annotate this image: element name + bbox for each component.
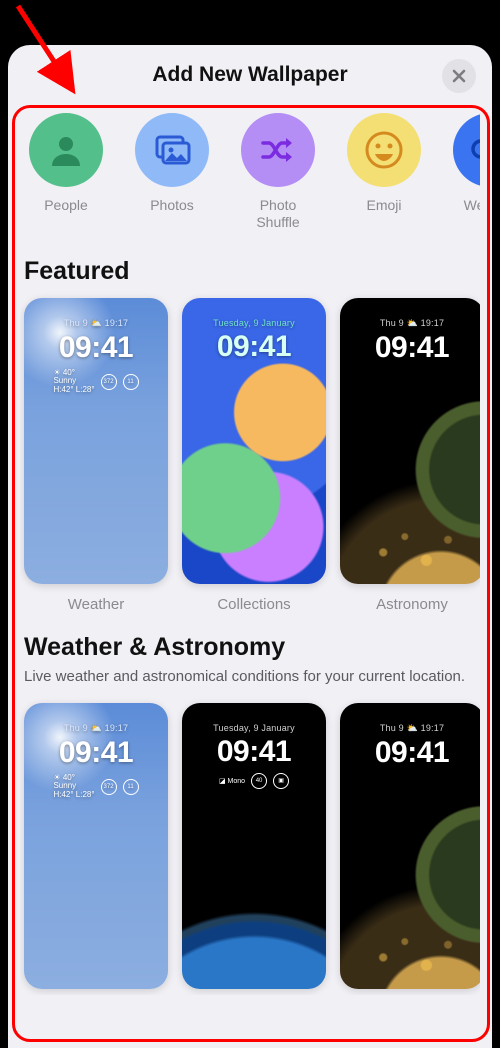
featured-card-weather[interactable]: Thu 9 ⛅ 19:17 09:41 ☀ 40°SunnyH:42° L:28… [24, 298, 168, 584]
ring-widget: 372 [101, 779, 117, 795]
wa-card-night-wrap: Thu 9 ⛅ 19:17 09:41 [340, 703, 480, 989]
lockscreen-date: Tuesday, 9 January [182, 318, 326, 328]
shuffle-icon [257, 129, 299, 171]
featured-card-weather-wrap: Thu 9 ⛅ 19:17 09:41 ☀ 40°SunnyH:42° L:28… [24, 298, 168, 613]
sheet-header: Add New Wallpaper [8, 45, 492, 105]
lockscreen-date: Thu 9 ⛅ 19:17 [24, 723, 168, 734]
category-photos[interactable]: Photos [130, 113, 214, 231]
small-widget-label: ◪ Mono [219, 777, 245, 785]
page-title: Add New Wallpaper [152, 63, 347, 87]
lockscreen-time: 09:41 [24, 331, 168, 365]
lockscreen-time: 09:41 [340, 331, 480, 365]
featured-row[interactable]: Thu 9 ⛅ 19:17 09:41 ☀ 40°SunnyH:42° L:28… [20, 290, 480, 619]
earth-lights-decor [340, 831, 480, 988]
earth-lights-decor [340, 426, 480, 583]
lockscreen-overlay: Tuesday, 9 January 09:41 ◪ Mono 40 ▣ [182, 723, 326, 789]
lockscreen-time: 09:41 [182, 735, 326, 769]
wallpaper-picker-sheet: Add New Wallpaper People Photos [8, 45, 492, 1048]
shuffle-icon-bubble [241, 113, 315, 187]
lockscreen-widgets: ◪ Mono 40 ▣ [182, 773, 326, 789]
category-label: Photos [150, 197, 194, 214]
lockscreen-date: Thu 9 ⛅ 19:17 [24, 318, 168, 329]
section-title-weather-astro: Weather & Astronomy [24, 633, 476, 662]
card-label: Collections [217, 596, 290, 613]
lockscreen-date: Thu 9 ⛅ 19:17 [340, 318, 480, 329]
lockscreen-overlay: Thu 9 ⛅ 19:17 09:41 [340, 723, 480, 770]
gallery-icon [151, 129, 193, 171]
lockscreen-overlay: Tuesday, 9 January 09:41 [182, 318, 326, 364]
category-row[interactable]: People Photos Photo Shuffle Emoji [20, 105, 480, 243]
category-label: Emoji [366, 197, 401, 214]
lockscreen-date: Thu 9 ⛅ 19:17 [340, 723, 480, 734]
wa-card-earth-wrap: Tuesday, 9 January 09:41 ◪ Mono 40 ▣ [182, 703, 326, 989]
lockscreen-time: 09:41 [340, 736, 480, 770]
category-label: Photo Shuffle [256, 197, 299, 231]
category-weather[interactable]: Weather [448, 113, 480, 231]
people-icon-bubble [29, 113, 103, 187]
category-people[interactable]: People [24, 113, 108, 231]
lockscreen-overlay: Thu 9 ⛅ 19:17 09:41 ☀ 40°SunnyH:42° L:28… [24, 318, 168, 395]
person-icon [46, 130, 86, 170]
sheet-content[interactable]: People Photos Photo Shuffle Emoji [8, 105, 492, 1048]
lockscreen-date: Tuesday, 9 January [182, 723, 326, 733]
weather-widget: ☀ 40°SunnyH:42° L:28° [53, 774, 94, 800]
wa-card-night[interactable]: Thu 9 ⛅ 19:17 09:41 [340, 703, 480, 989]
ring-widget: 372 [101, 374, 117, 390]
ring-widget: 40 [251, 773, 267, 789]
close-icon [451, 68, 467, 84]
ring-widget: 11 [123, 374, 139, 390]
card-label: Weather [68, 596, 124, 613]
category-emoji[interactable]: Emoji [342, 113, 426, 231]
section-subtitle-weather-astro: Live weather and astronomical conditions… [24, 666, 476, 687]
featured-card-astronomy-wrap: Thu 9 ⛅ 19:17 09:41 Astronomy [340, 298, 480, 613]
wa-card-earth[interactable]: Tuesday, 9 January 09:41 ◪ Mono 40 ▣ [182, 703, 326, 989]
category-label: Weather [464, 197, 480, 214]
weather-astro-row[interactable]: Thu 9 ⛅ 19:17 09:41 ☀ 40°SunnyH:42° L:28… [20, 695, 480, 995]
category-label: People [44, 197, 88, 214]
lockscreen-widgets: ☀ 40°SunnyH:42° L:28° 372 11 [24, 774, 168, 800]
lockscreen-time: 09:41 [24, 736, 168, 770]
smiley-icon [362, 128, 406, 172]
category-photo-shuffle[interactable]: Photo Shuffle [236, 113, 320, 231]
featured-card-astronomy[interactable]: Thu 9 ⛅ 19:17 09:41 [340, 298, 480, 584]
wa-card-weather[interactable]: Thu 9 ⛅ 19:17 09:41 ☀ 40°SunnyH:42° L:28… [24, 703, 168, 989]
emoji-icon-bubble [347, 113, 421, 187]
weather-icon-bubble [453, 113, 480, 187]
wa-card-weather-wrap: Thu 9 ⛅ 19:17 09:41 ☀ 40°SunnyH:42° L:28… [24, 703, 168, 989]
card-label: Astronomy [376, 596, 448, 613]
lockscreen-widgets: ☀ 40°SunnyH:42° L:28° 372 11 [24, 369, 168, 395]
featured-card-collections-wrap: Tuesday, 9 January 09:41 Collections [182, 298, 326, 613]
section-title-featured: Featured [24, 257, 476, 286]
ring-widget: 11 [123, 779, 139, 795]
lockscreen-time: 09:41 [182, 330, 326, 364]
cloud-icon [467, 127, 480, 173]
lockscreen-overlay: Thu 9 ⛅ 19:17 09:41 ☀ 40°SunnyH:42° L:28… [24, 723, 168, 800]
ring-widget: ▣ [273, 773, 289, 789]
featured-card-collections[interactable]: Tuesday, 9 January 09:41 [182, 298, 326, 584]
lockscreen-overlay: Thu 9 ⛅ 19:17 09:41 [340, 318, 480, 365]
weather-widget: ☀ 40°SunnyH:42° L:28° [53, 369, 94, 395]
close-button[interactable] [442, 59, 476, 93]
photos-icon-bubble [135, 113, 209, 187]
